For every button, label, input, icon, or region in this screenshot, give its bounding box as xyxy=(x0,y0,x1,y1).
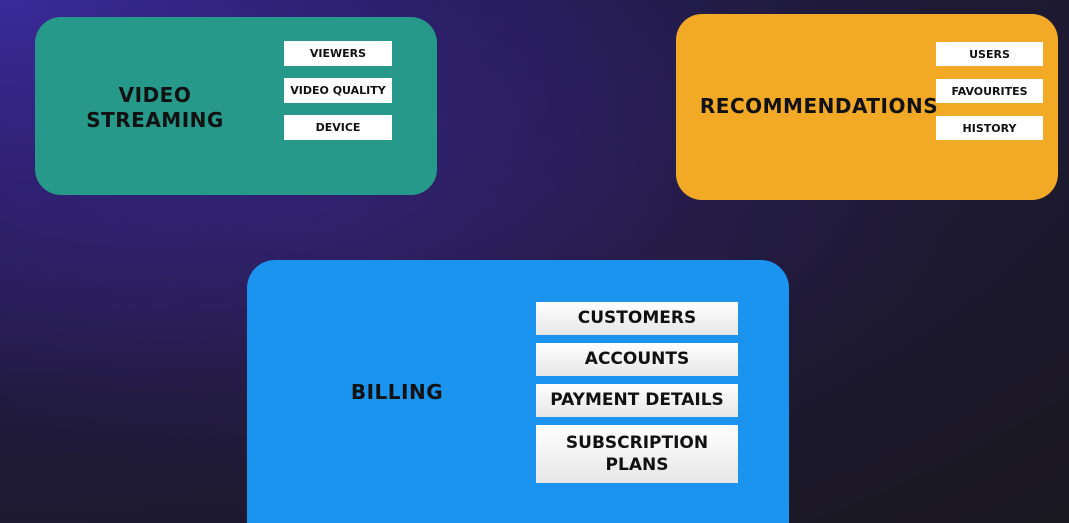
recommendations-card: RECOMMENDATIONS USERS FAVOURITES HISTORY xyxy=(676,14,1058,200)
recommendations-title: RECOMMENDATIONS xyxy=(699,94,939,118)
tag-customers: CUSTOMERS xyxy=(536,302,738,335)
billing-title: BILLING xyxy=(350,380,444,404)
video-streaming-title: VIDEO STREAMING xyxy=(86,83,224,132)
tag-favourites: FAVOURITES xyxy=(936,79,1043,103)
tag-history: HISTORY xyxy=(936,116,1043,140)
tag-viewers: VIEWERS xyxy=(284,41,392,66)
tag-accounts: ACCOUNTS xyxy=(536,343,738,376)
billing-card: BILLING CUSTOMERS ACCOUNTS PAYMENT DETAI… xyxy=(247,260,789,523)
video-streaming-card: VIDEO STREAMING VIEWERS VIDEO QUALITY DE… xyxy=(35,17,437,195)
tag-users: USERS xyxy=(936,42,1043,66)
tag-payment-details: PAYMENT DETAILS xyxy=(536,384,738,417)
tag-device: DEVICE xyxy=(284,115,392,140)
tag-video-quality: VIDEO QUALITY xyxy=(284,78,392,103)
tag-subscription-plans: SUBSCRIPTION PLANS xyxy=(536,425,738,483)
